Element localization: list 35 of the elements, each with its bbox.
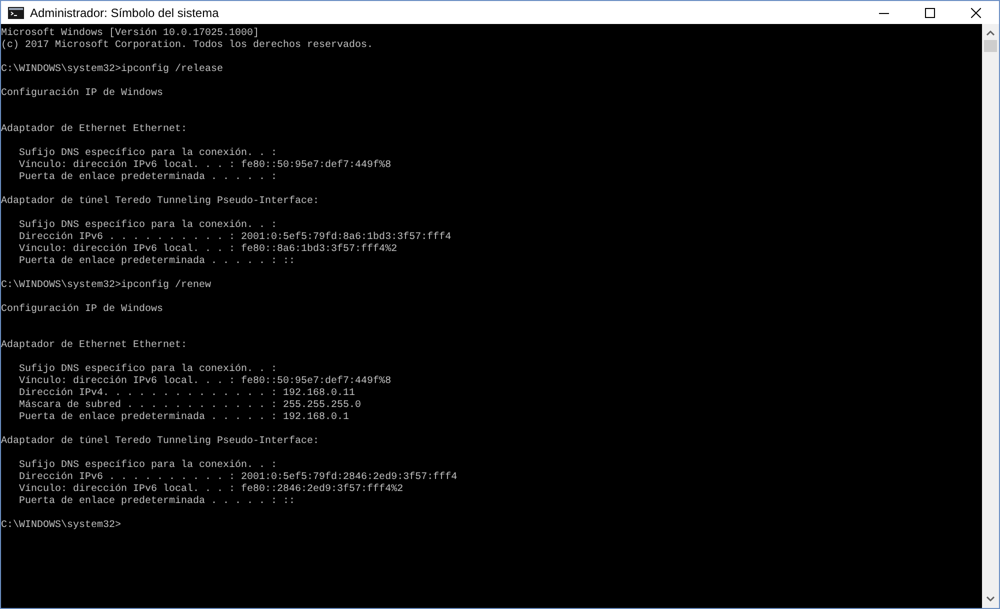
console-line: Puerta de enlace predeterminada . . . . . : 192.168.0.1	[18, 412, 350, 424]
scroll-up-icon[interactable]	[986, 30, 995, 36]
console-line: Dirección IPv6 . . . . . . . . . . : 2001:0:5ef5:79fd:8a6:1bd3:3f57:fff4	[18, 232, 452, 244]
console-line: Sufijo DNS específico para la conexión. . :	[18, 364, 278, 376]
console-line: Puerta de enlace predeterminada . . . . . : ::	[18, 496, 296, 508]
console-line: Sufijo DNS específico para la conexión. . :	[18, 220, 278, 232]
close-icon	[971, 8, 981, 18]
console-line: Sufijo DNS específico para la conexión. . :	[18, 460, 278, 472]
console-line: Vínculo: dirección IPv6 local. . . : fe80::50:95e7:def7:449f%8	[18, 160, 392, 172]
console-line: Adaptador de túnel Teredo Tunneling Pseudo-Interface:	[1, 196, 320, 208]
console-line: C:\WINDOWS\system32>ipconfig /release	[1, 64, 224, 76]
console-line: Dirección IPv4. . . . . . . . . . . . . . : 192.168.0.11	[18, 388, 356, 400]
console-line: Vínculo: dirección IPv6 local. . . : fe80::8a6:1bd3:3f57:fff4%2	[18, 244, 398, 256]
console-line: Adaptador de túnel Teredo Tunneling Pseudo-Interface:	[1, 436, 320, 448]
console-line: Configuración IP de Windows	[1, 88, 164, 100]
console-line: Adaptador de Ethernet Ethernet:	[1, 340, 188, 352]
console-line: Puerta de enlace predeterminada . . . . . :	[18, 172, 278, 184]
console-line: C:\WINDOWS\system32>	[1, 520, 122, 532]
window-title: Administrador: Símbolo del sistema	[30, 4, 219, 22]
console-line: Configuración IP de Windows	[1, 304, 164, 316]
console-line: Microsoft Windows [Versión 10.0.17025.1000]	[1, 28, 260, 40]
scrollbar[interactable]	[982, 24, 999, 608]
scrollbar-thumb[interactable]	[984, 40, 997, 52]
console-line: Adaptador de Ethernet Ethernet:	[1, 124, 188, 136]
console-line: Vínculo: dirección IPv6 local. . . : fe80::2846:2ed9:3f57:fff4%2	[18, 484, 404, 496]
maximize-icon	[925, 8, 935, 18]
console-line: Sufijo DNS específico para la conexión. . :	[18, 148, 278, 160]
console-line: Dirección IPv6 . . . . . . . . . . : 2001:0:5ef5:79fd:2846:2ed9:3f57:fff4	[18, 472, 458, 484]
console-line: (c) 2017 Microsoft Corporation. Todos los derechos reservados.	[1, 40, 374, 52]
console-line: Puerta de enlace predeterminada . . . . . : ::	[18, 256, 296, 268]
console-line: Máscara de subred . . . . . . . . . . . . : 255.255.255.0	[18, 400, 362, 412]
console-line: Vínculo: dirección IPv6 local. . . : fe80::50:95e7:def7:449f%8	[18, 376, 392, 388]
terminal-icon	[8, 6, 24, 18]
console-line: C:\WINDOWS\system32>ipconfig /renew	[1, 280, 212, 292]
scroll-down-icon[interactable]	[986, 596, 995, 602]
